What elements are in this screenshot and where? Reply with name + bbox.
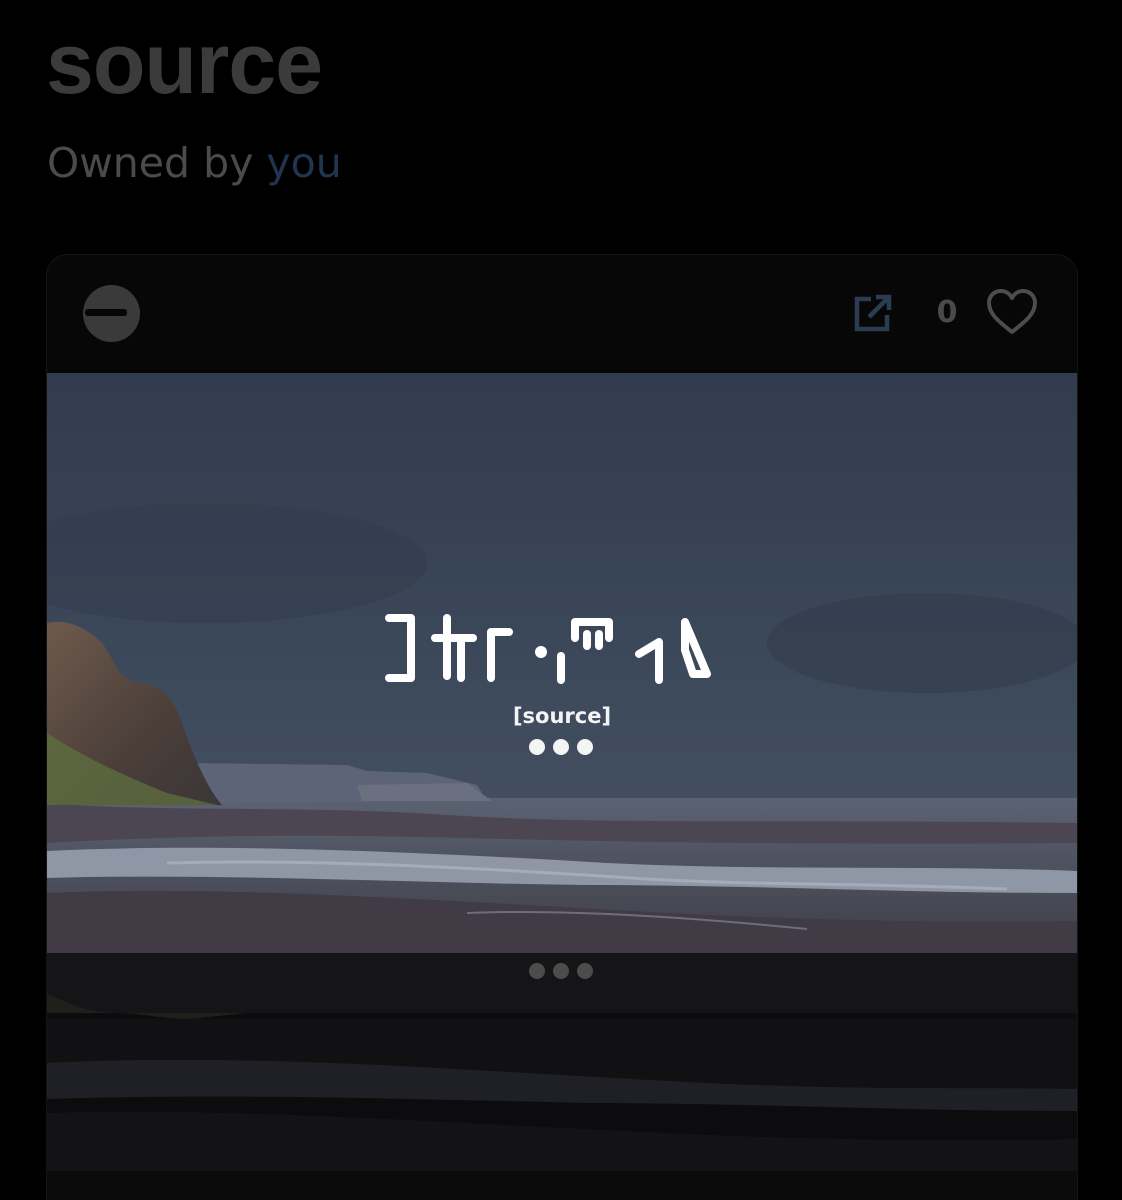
- carousel-panel: [47, 953, 1077, 1200]
- heart-icon[interactable]: [985, 287, 1039, 337]
- card-header: 0: [47, 255, 1077, 373]
- card-footer: [47, 1171, 1077, 1200]
- artwork-card: 0 [source]: [46, 254, 1078, 1200]
- owner-line: Owned by you: [47, 136, 342, 190]
- owner-label: Owned by: [47, 139, 267, 187]
- page: source Owned by you 0 [source]: [0, 0, 1122, 1200]
- owner-link[interactable]: you: [266, 139, 341, 187]
- page-title: source: [46, 16, 323, 112]
- external-link-icon[interactable]: [849, 289, 897, 337]
- minus-circle-icon[interactable]: [83, 285, 140, 342]
- artwork-subtitle: [source]: [512, 704, 612, 728]
- carousel-pager[interactable]: [529, 963, 593, 979]
- ellipsis-dots-icon: [529, 739, 593, 755]
- like-count: 0: [936, 295, 958, 330]
- logo-glyph-title: [385, 614, 711, 684]
- artwork-image[interactable]: [source]: [47, 373, 1077, 953]
